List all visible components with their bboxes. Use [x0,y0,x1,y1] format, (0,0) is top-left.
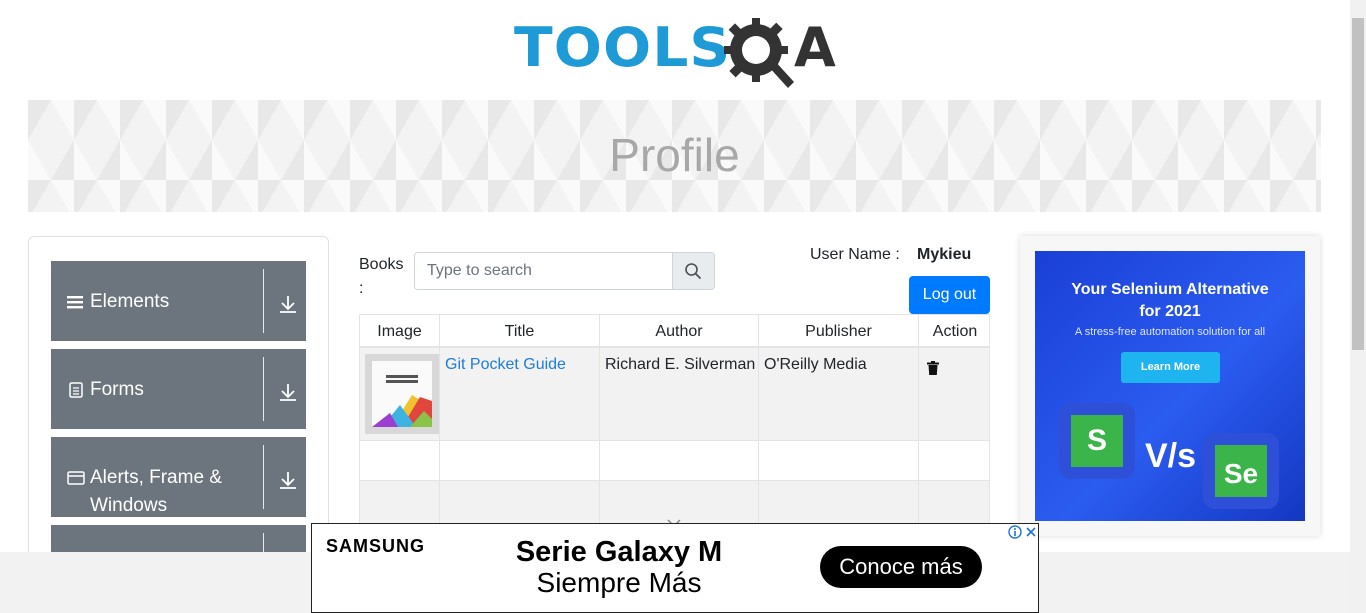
selenium-logo: Se [1203,433,1279,509]
book-cover-art [372,361,432,427]
ad-cta-button[interactable]: Conoce más [820,546,982,588]
sidebar-group-alerts[interactable]: Alerts, Frame & Windows [51,437,306,517]
cell-author: Richard E. Silverman [600,348,759,440]
download-arrow-icon [280,384,296,401]
sidebar-group-forms[interactable]: Forms [51,349,306,429]
adchoices-icon[interactable] [1008,525,1022,539]
books-label: Books : [359,256,404,297]
divider [263,269,264,333]
book-cover [372,361,432,427]
empty-cell [440,441,600,480]
book-cover-image [365,354,439,434]
column-header-action[interactable]: Action [919,315,989,348]
column-header-publisher[interactable]: Publisher [759,315,919,348]
username-label: User Name : [810,246,900,263]
cell-publisher: O'Reilly Media [759,348,919,440]
book-title-link[interactable]: Git Pocket Guide [445,356,566,374]
logo-text-a: A [794,16,836,79]
books-table: Image Title Author Publisher Action Git … [359,314,990,534]
right-advertisement[interactable]: Your Selenium Alternative for 2021 A str… [1020,236,1320,536]
page-title: Profile [609,129,740,181]
sidebar-group-elements[interactable]: Elements [51,261,306,341]
empty-cell [360,441,440,480]
ad-subtitle: A stress-free automation solution for al… [1074,326,1266,338]
alternative-logo-letter: S [1071,415,1123,467]
cell-action [919,348,989,440]
column-header-image[interactable]: Image [360,315,440,348]
ad-creative[interactable]: Your Selenium Alternative for 2021 A str… [1035,251,1305,521]
window-icon [67,471,85,485]
toolsqa-logo[interactable]: TOOLS A [514,14,844,92]
username-value: Mykieu [917,246,972,263]
search-button[interactable] [672,253,714,289]
logo-text: TOOLS [514,16,732,79]
sidebar-group-label: Forms [90,379,144,400]
ad-headline-line2: for 2021 [1139,303,1201,320]
bottom-advertisement[interactable]: SAMSUNG Serie Galaxy M Siempre Más Conoc… [311,523,1039,613]
column-header-title[interactable]: Title [440,315,600,348]
page-banner: Profile [28,100,1321,212]
logout-button[interactable]: Log out [909,276,990,314]
delete-trash-icon[interactable] [927,361,939,375]
ad-headline: Your Selenium Alternative for 2021 [1035,279,1305,323]
divider [263,445,264,509]
book-publisher: O'Reilly Media [764,356,867,373]
versus-text: V/s [1145,437,1197,475]
sidebar-group-label: Alerts, Frame & Windows [90,467,222,516]
scrollbar-thumb[interactable] [1352,18,1364,350]
cell-image [360,348,440,440]
column-header-author[interactable]: Author [600,315,759,348]
hamburger-icon [67,296,83,309]
close-icon[interactable] [1024,525,1038,539]
sidebar-group-label: Elements [90,291,170,312]
empty-cell [600,441,759,480]
divider [263,357,264,421]
table-row [360,441,989,481]
search-input[interactable] [415,253,674,289]
document-icon [69,382,83,398]
search-icon [685,263,702,280]
download-arrow-icon [280,296,296,313]
download-arrow-icon [280,472,296,489]
empty-cell [759,441,919,480]
left-sidebar: Elements Forms Alerts, Frame & Windows [28,236,329,605]
learn-more-button[interactable]: Learn More [1121,352,1220,383]
gear-magnifier-q-icon [724,18,794,88]
alternative-logo: S [1059,403,1135,479]
cell-title: Git Pocket Guide [440,348,600,440]
table-row: Git Pocket Guide Richard E. Silverman O'… [360,348,989,441]
page-scrollbar[interactable] [1350,0,1366,613]
selenium-logo-letters: Se [1215,445,1267,497]
ad-headline-line1: Your Selenium Alternative [1071,281,1269,298]
book-author: Richard E. Silverman [605,356,756,373]
search-box [414,252,715,290]
